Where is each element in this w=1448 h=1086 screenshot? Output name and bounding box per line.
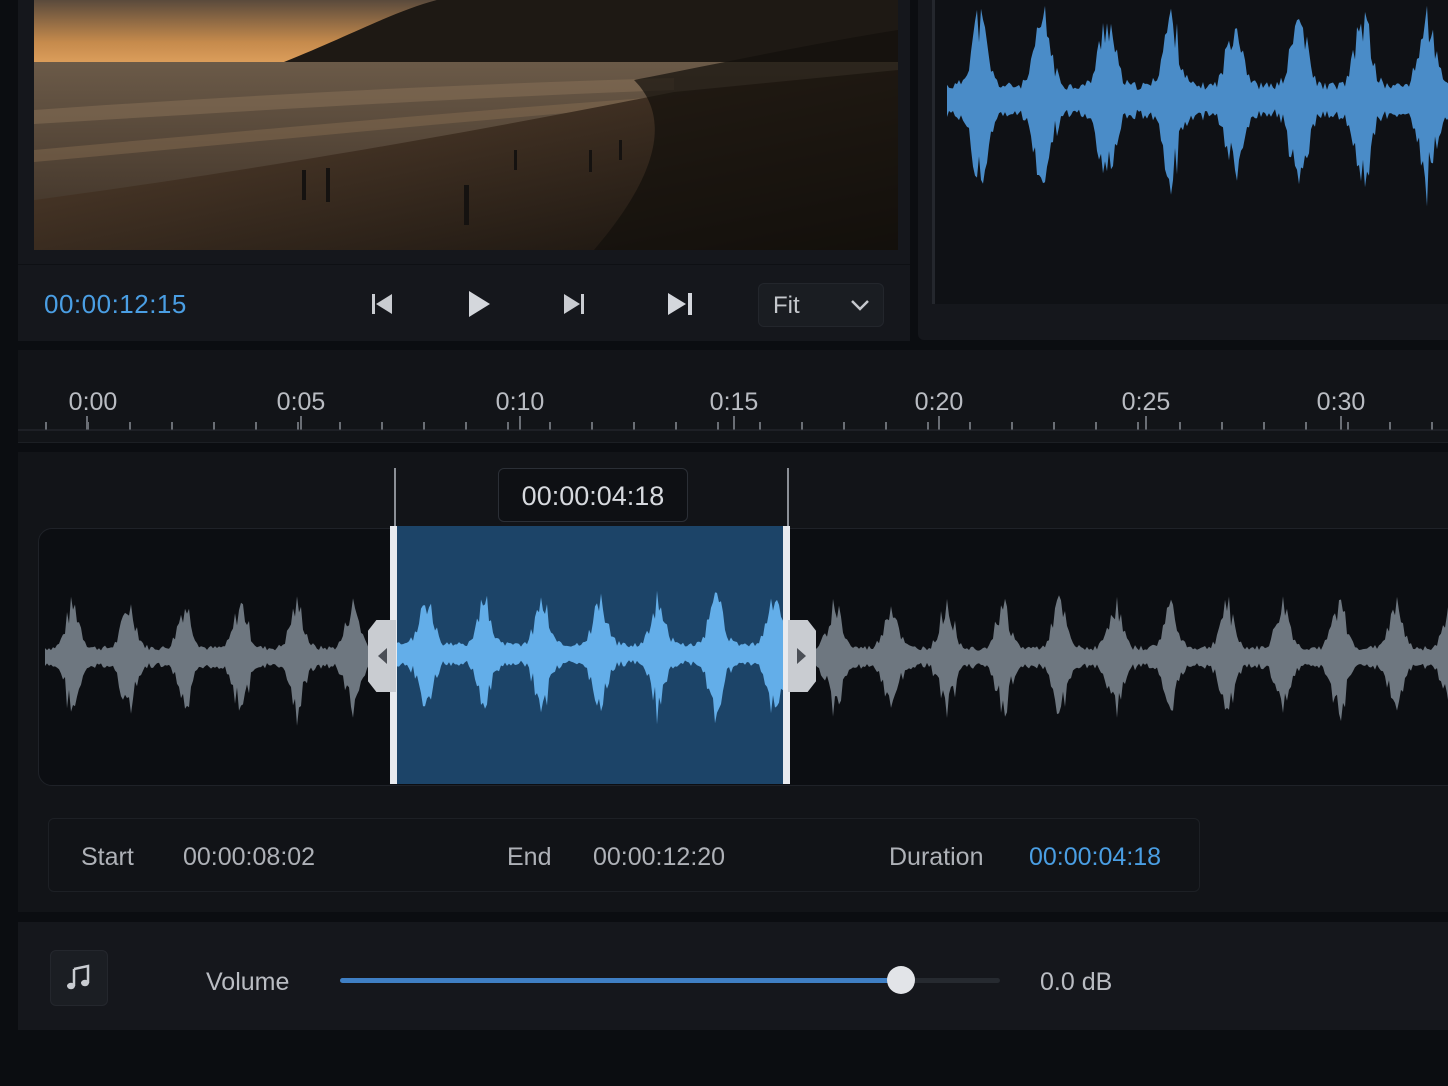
- skip-to-start-button[interactable]: [364, 287, 400, 321]
- chevron-right-icon: [797, 648, 806, 664]
- timeline-ruler[interactable]: 0:00 0:05 0:10 0:15 0:20 0:25 0:30: [18, 350, 1448, 443]
- selection-waveform: [397, 590, 783, 725]
- volume-slider-knob[interactable]: [887, 966, 915, 994]
- skip-to-start-icon: [372, 294, 392, 314]
- volume-slider[interactable]: [340, 966, 1000, 994]
- current-timecode: 00:00:12:15: [44, 289, 187, 319]
- video-preview-panel: 00:00:12:15 Fit: [18, 0, 910, 341]
- skip-to-end-button[interactable]: [662, 287, 698, 321]
- audio-scope-view: [932, 0, 1448, 304]
- duration-value[interactable]: 00:00:04:18: [1029, 843, 1161, 872]
- volume-panel: Volume 0.0 dB: [18, 922, 1448, 1030]
- duration-label: Duration: [889, 843, 984, 871]
- end-label: End: [507, 843, 552, 871]
- start-label: Start: [81, 843, 134, 871]
- volume-slider-fill: [340, 978, 901, 983]
- selection-duration-tag: 00:00:04:18: [498, 468, 688, 522]
- chevron-down-icon: [851, 300, 869, 311]
- audio-track-button[interactable]: [50, 950, 108, 1006]
- beach-sunset-image: [34, 0, 898, 250]
- start-value[interactable]: 00:00:08:02: [183, 843, 315, 872]
- transport-bar: 00:00:12:15 Fit: [18, 264, 910, 341]
- audio-scope-panel: [918, 0, 1448, 340]
- zoom-fit-dropdown[interactable]: Fit: [758, 283, 884, 327]
- step-forward-button[interactable]: [556, 287, 592, 321]
- music-note-icon: [67, 964, 90, 990]
- ruler-ticks: [18, 416, 1448, 431]
- chevron-left-icon: [378, 648, 387, 664]
- selection-info-bar: Start 00:00:08:02 End 00:00:12:20 Durati…: [48, 818, 1200, 892]
- end-value[interactable]: 00:00:12:20: [593, 843, 725, 872]
- volume-value: 0.0 dB: [1040, 968, 1113, 996]
- play-icon: [469, 291, 490, 317]
- step-forward-icon: [564, 294, 584, 314]
- video-frame[interactable]: [34, 0, 898, 250]
- volume-label: Volume: [206, 968, 290, 996]
- selection-start-marker: [394, 468, 396, 528]
- zoom-fit-label: Fit: [773, 292, 800, 319]
- audio-track-area: 00:00:04:18 Start 00:00:08:02 End 00:00:…: [18, 452, 1448, 912]
- trim-handle-left[interactable]: [368, 620, 396, 692]
- scope-waveform: [947, 5, 1448, 207]
- play-button[interactable]: [460, 287, 496, 321]
- selection-end-marker: [787, 468, 789, 528]
- skip-to-end-icon: [668, 293, 692, 315]
- selection-region[interactable]: [390, 526, 790, 784]
- trim-handle-right[interactable]: [788, 620, 816, 692]
